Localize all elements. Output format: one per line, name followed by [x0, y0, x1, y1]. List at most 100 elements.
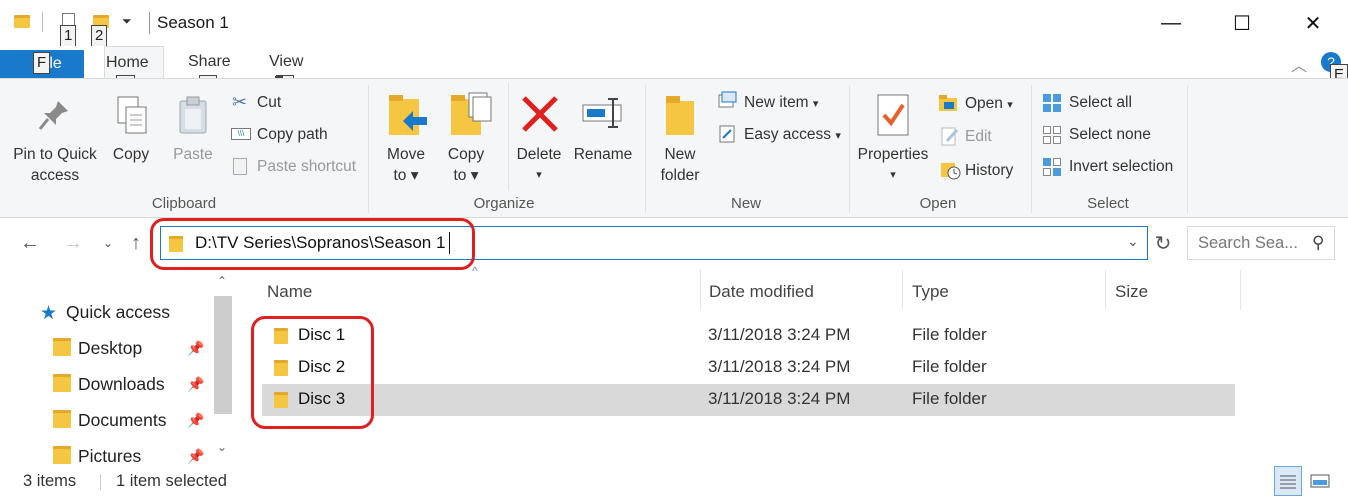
properties-label: Properties — [857, 146, 929, 163]
edit-button[interactable]: Edit — [965, 127, 992, 147]
minimize-button[interactable]: — — [1148, 0, 1194, 46]
row-type: File folder — [912, 325, 987, 344]
pin-icon[interactable]: 📌 — [187, 448, 204, 465]
close-button[interactable]: ✕ — [1290, 0, 1336, 46]
column-divider[interactable] — [902, 270, 903, 310]
title-bar: 1 2 ⏷ Season 1 — ☐ ✕ — [0, 0, 1348, 47]
column-header-size[interactable]: Size — [1115, 282, 1148, 302]
folder-icon — [14, 15, 30, 28]
back-arrow-icon[interactable]: ← — [20, 232, 40, 255]
search-box[interactable]: Search Sea... ⚲ — [1187, 226, 1335, 260]
table-row-selected[interactable]: Disc 3 3/11/2018 3:24 PM File folder — [262, 384, 1235, 416]
search-icon: ⚲ — [1312, 233, 1325, 252]
pin-to-quick-access-button[interactable]: Pin to Quick access — [6, 144, 104, 186]
move-to-label-1: Move — [387, 146, 425, 163]
rename-button[interactable]: Rename — [572, 144, 634, 165]
paste-button[interactable]: Paste — [168, 144, 218, 165]
row-date: 3/11/2018 3:24 PM — [708, 389, 851, 408]
column-header-date[interactable]: Date modified — [709, 282, 814, 302]
copy-path-icon: \\\ — [231, 128, 251, 140]
paste-shortcut-icon — [233, 158, 247, 175]
group-divider — [645, 85, 646, 213]
tab-view[interactable]: View — [269, 53, 303, 71]
select-group-label: Select — [1087, 195, 1129, 212]
large-icons-view-icon — [1310, 474, 1330, 488]
copy-to-button[interactable]: Copy to ▾ — [440, 144, 492, 186]
sort-indicator-icon: ^ — [472, 264, 478, 278]
nav-item-pictures[interactable]: Pictures — [78, 446, 141, 467]
pin-icon[interactable]: 📌 — [187, 376, 204, 393]
open-button[interactable]: Open ▾ — [965, 94, 1013, 115]
keytip-file: F — [33, 52, 51, 74]
delete-button[interactable]: Delete ▾ — [512, 144, 566, 186]
easy-access-button[interactable]: Easy access ▾ — [744, 125, 841, 146]
refresh-icon[interactable]: ↻ — [1150, 226, 1176, 260]
nav-item-desktop[interactable]: Desktop — [78, 338, 142, 359]
history-button[interactable]: History — [965, 161, 1013, 181]
properties-button[interactable]: Properties ▾ — [854, 144, 932, 186]
select-all-icon — [1042, 93, 1062, 113]
tab-share[interactable]: Share — [188, 53, 231, 71]
nav-scrollbar[interactable]: ⌃ ⌄ — [211, 270, 235, 466]
table-row[interactable]: Disc 1 3/11/2018 3:24 PM File folder — [262, 320, 1235, 352]
select-none-button[interactable]: Select none — [1069, 125, 1151, 145]
select-all-button[interactable]: Select all — [1069, 93, 1132, 113]
copy-path-button[interactable]: Copy path — [257, 125, 328, 145]
large-icons-view-button[interactable] — [1306, 466, 1334, 496]
up-arrow-icon[interactable]: ↑ — [131, 232, 141, 255]
folders-highlight — [251, 316, 374, 429]
row-date: 3/11/2018 3:24 PM — [708, 325, 851, 344]
maximize-button[interactable]: ☐ — [1219, 0, 1265, 46]
qat-divider — [42, 12, 43, 32]
address-dropdown-icon[interactable]: ⌄ — [1127, 233, 1139, 250]
organize-group-label: Organize — [473, 195, 535, 212]
move-to-icon — [387, 93, 429, 137]
column-divider[interactable] — [700, 270, 701, 310]
customize-qat-icon[interactable]: ⏷ — [122, 14, 132, 29]
status-item-count: 3 items — [23, 472, 77, 490]
group-divider — [1187, 85, 1188, 213]
column-divider[interactable] — [1105, 270, 1106, 310]
column-header-type[interactable]: Type — [912, 282, 949, 302]
scroll-up-icon[interactable]: ⌃ — [217, 274, 227, 288]
copy-to-label-1: Copy — [447, 146, 485, 163]
documents-icon — [53, 410, 71, 428]
pin-icon[interactable]: 📌 — [187, 412, 204, 429]
column-header-name[interactable]: Name — [267, 282, 312, 302]
details-view-button[interactable] — [1274, 466, 1302, 496]
select-none-icon — [1042, 125, 1062, 145]
invert-selection-button[interactable]: Invert selection — [1069, 157, 1173, 177]
pin-icon[interactable]: 📌 — [187, 340, 204, 357]
copy-button[interactable]: Copy — [106, 144, 156, 165]
new-group-label: New — [730, 195, 761, 212]
paste-shortcut-button[interactable]: Paste shortcut — [257, 157, 356, 177]
row-type: File folder — [912, 389, 987, 408]
details-view-icon — [1280, 475, 1296, 489]
status-selection: 1 item selected — [116, 472, 227, 490]
scissors-icon: ✂ — [232, 92, 248, 112]
new-folder-icon — [664, 93, 696, 137]
recent-locations-icon[interactable]: ⌄ — [103, 236, 113, 250]
nav-quick-access[interactable]: Quick access — [66, 302, 170, 323]
delete-dropdown-icon: ▾ — [536, 169, 542, 181]
search-input[interactable]: Search Sea... — [1198, 234, 1298, 253]
nav-item-downloads[interactable]: Downloads — [78, 374, 165, 395]
scroll-down-icon[interactable]: ⌄ — [217, 440, 227, 454]
new-item-button[interactable]: New item ▾ — [744, 93, 818, 114]
collapse-ribbon-icon[interactable]: ︿ — [1291, 52, 1307, 76]
title-divider — [149, 12, 150, 34]
table-row[interactable]: Disc 2 3/11/2018 3:24 PM File folder — [262, 352, 1235, 384]
file-list: ^ Name Date modified Type Size Disc 1 3/… — [235, 264, 1348, 466]
star-icon: ★ — [40, 303, 58, 324]
column-divider[interactable] — [1240, 270, 1241, 310]
forward-arrow-icon[interactable]: → — [63, 232, 83, 255]
paste-icon — [176, 95, 212, 137]
invert-selection-icon — [1042, 157, 1062, 177]
cut-button[interactable]: Cut — [257, 93, 281, 113]
scroll-thumb[interactable] — [214, 296, 232, 414]
new-folder-button[interactable]: New folder — [652, 144, 708, 186]
nav-item-documents[interactable]: Documents — [78, 410, 167, 431]
move-to-button[interactable]: Move to ▾ — [378, 144, 434, 186]
group-divider — [1031, 85, 1032, 213]
window-title: Season 1 — [157, 13, 229, 32]
